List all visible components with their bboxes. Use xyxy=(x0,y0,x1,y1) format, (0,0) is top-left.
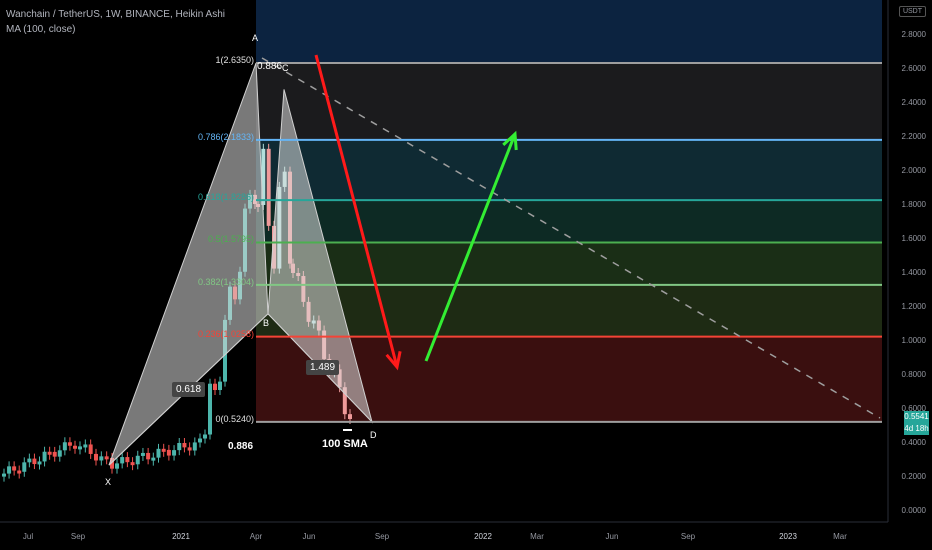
fib-zone-0.382 xyxy=(256,242,882,285)
x-tick-label: Mar xyxy=(833,532,847,541)
fib-label-0.618: 0.618(1.8286) xyxy=(197,192,254,203)
candle xyxy=(67,442,72,446)
candle xyxy=(88,444,93,454)
candle xyxy=(2,473,6,477)
candle xyxy=(151,457,156,461)
candle xyxy=(22,462,27,472)
x-tick-label: Sep xyxy=(70,532,86,541)
point-label-c: C xyxy=(282,63,289,73)
candle xyxy=(62,442,67,451)
candle xyxy=(213,383,217,391)
point-label-d: D xyxy=(370,430,377,440)
y-tick-label: 1.6000 xyxy=(901,234,926,243)
candle xyxy=(73,445,77,449)
last-price-tag: 0.5541 xyxy=(904,411,929,423)
candle xyxy=(192,442,197,451)
candle xyxy=(182,443,187,448)
candle xyxy=(166,449,171,456)
y-tick-label: 2.8000 xyxy=(901,30,926,39)
candle xyxy=(94,453,98,461)
indicator-legend[interactable]: MA (100, close) xyxy=(6,24,75,35)
fib-label-0.382: 0.382(1.3304) xyxy=(197,276,254,287)
fib-label-0.786: 0.786(2.1833) xyxy=(197,131,254,142)
candle xyxy=(172,450,177,456)
y-tick-label: 2.4000 xyxy=(901,98,926,107)
candle xyxy=(78,446,82,450)
ratio-abc-label: 0.886 xyxy=(257,61,283,72)
pattern-triangle-xab xyxy=(108,62,269,466)
sma-annotation: 100 SMA xyxy=(322,438,368,450)
candle xyxy=(7,466,12,474)
candle xyxy=(266,148,271,226)
candle xyxy=(32,458,37,465)
point-label-x: X xyxy=(105,477,112,487)
y-tick-label: 1.0000 xyxy=(901,336,926,345)
fib-zone-top xyxy=(256,0,882,64)
x-tick-label: Jun xyxy=(605,532,619,541)
y-tick-label: 1.2000 xyxy=(901,302,926,311)
countdown-tag: 4d 18h xyxy=(904,423,929,435)
y-tick-label: 2.2000 xyxy=(901,132,926,141)
x-tick-label: 2021 xyxy=(172,532,190,541)
y-tick-label: 2.0000 xyxy=(901,166,926,175)
candle xyxy=(47,451,52,455)
candle xyxy=(187,447,192,451)
chart-window: Wanchain / TetherUS, 1W, BINANCE, Heikin… xyxy=(0,0,932,550)
candle xyxy=(115,463,119,469)
candle xyxy=(83,444,88,448)
candle xyxy=(99,456,104,461)
candle xyxy=(156,448,161,458)
candle xyxy=(57,450,62,457)
candle xyxy=(17,470,22,474)
y-tick-label: 0.0000 xyxy=(901,506,926,515)
candle xyxy=(130,462,135,466)
point-label-a: A xyxy=(252,33,259,43)
candle xyxy=(104,456,109,460)
candle xyxy=(177,443,182,451)
point-label-b: B xyxy=(263,318,270,328)
fib-label-0.5: 0.5(1.5795) xyxy=(207,234,254,245)
candle xyxy=(125,457,130,463)
candle xyxy=(161,448,166,452)
fib-label-0.236: 0.236(1.0258) xyxy=(197,328,254,339)
x-tick-label: Jun xyxy=(302,532,316,541)
ratio-bcd-label: 1.489 xyxy=(306,360,340,375)
candle xyxy=(208,383,212,435)
candle xyxy=(52,451,57,457)
x-tick-label: Apr xyxy=(249,532,263,541)
y-tick-label: 0.2000 xyxy=(901,472,926,481)
chart-title: Wanchain / TetherUS, 1W, BINANCE, Heikin… xyxy=(6,9,225,20)
y-tick-label: 0.4000 xyxy=(901,438,926,447)
candle xyxy=(218,381,222,391)
price-chart[interactable] xyxy=(0,0,932,550)
candle xyxy=(135,455,140,465)
x-tick-label: Mar xyxy=(530,532,544,541)
y-tick-label: 1.4000 xyxy=(901,268,926,277)
x-tick-label: Jul xyxy=(22,532,34,541)
candle xyxy=(198,438,202,443)
y-tick-label: 0.8000 xyxy=(901,370,926,379)
fib-label-1: 1(2.6350) xyxy=(215,55,254,66)
x-tick-label: 2023 xyxy=(779,532,797,541)
candle xyxy=(42,451,47,462)
currency-badge[interactable]: USDT xyxy=(898,6,926,17)
candle xyxy=(146,452,151,460)
ratio-xad-label: 0.886 xyxy=(228,441,254,452)
candle xyxy=(203,434,207,439)
y-tick-label: 1.8000 xyxy=(901,200,926,209)
candle xyxy=(348,414,352,420)
y-tick-label: 2.6000 xyxy=(901,64,926,73)
fib-zone-0.786 xyxy=(256,63,882,140)
x-tick-label: Sep xyxy=(680,532,696,541)
candle xyxy=(27,458,32,463)
candle xyxy=(120,457,125,464)
candle xyxy=(140,452,145,456)
ratio-xab-label: 0.618 xyxy=(172,382,206,397)
x-tick-label: 2022 xyxy=(474,532,492,541)
fib-label-0: 0(0.5240) xyxy=(215,413,254,424)
x-tick-label: Sep xyxy=(374,532,390,541)
candle xyxy=(12,466,17,471)
candle xyxy=(37,461,42,465)
fib-zone-0.236 xyxy=(256,284,882,337)
